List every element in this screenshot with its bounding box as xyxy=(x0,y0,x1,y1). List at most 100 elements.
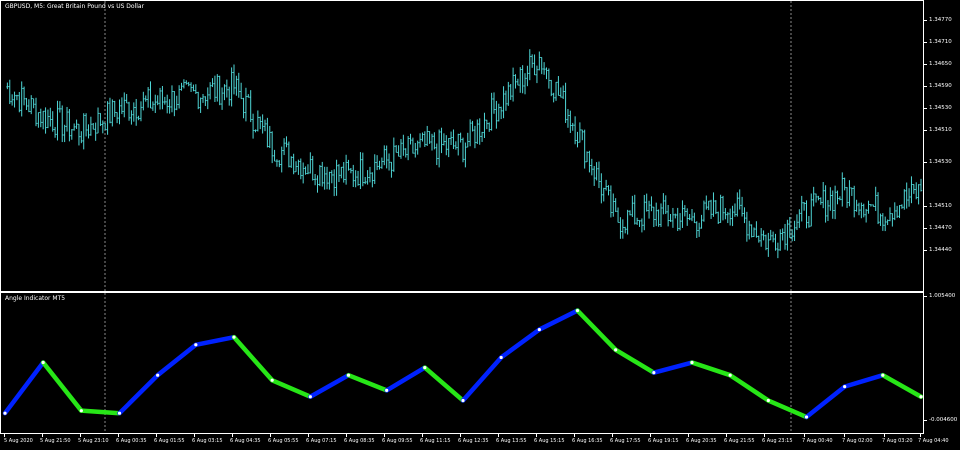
indicator-up-segment xyxy=(537,308,580,332)
time-label: 6 Aug 13:55 xyxy=(496,438,527,444)
time-tick xyxy=(726,434,727,437)
indicator-up-segment xyxy=(384,365,428,393)
price-chart-pane[interactable]: GBPUSD, M5: Great Britain Pound vs US Do… xyxy=(0,0,924,292)
time-tick xyxy=(42,434,43,437)
indicator-down-segment xyxy=(40,360,84,413)
price-label: 1.34710 xyxy=(929,39,952,45)
indicator-up-segment xyxy=(804,384,847,420)
indicator-point xyxy=(804,415,809,419)
time-label: 7 Aug 03:20 xyxy=(882,438,913,444)
time-label: 7 Aug 04:40 xyxy=(918,438,949,444)
time-tick xyxy=(232,434,233,437)
time-tick xyxy=(536,434,537,437)
time-tick xyxy=(804,434,805,437)
time-label: 6 Aug 11:15 xyxy=(420,438,451,444)
indicator-up-segment xyxy=(2,360,46,416)
indicator-up-segment xyxy=(155,342,199,378)
price-label: 1.34530 xyxy=(929,105,952,111)
time-label: 6 Aug 05:55 xyxy=(268,438,299,444)
time-tick xyxy=(4,434,5,437)
time-tick xyxy=(346,434,347,437)
indicator-up-segment xyxy=(498,327,542,360)
price-label: 1.34510 xyxy=(929,203,952,209)
time-axis[interactable]: 5 Aug 2020 5 Aug 21:50 5 Aug 23:10 6 Aug… xyxy=(0,434,949,450)
time-label: 6 Aug 03:15 xyxy=(192,438,223,444)
price-tick xyxy=(924,64,927,65)
indicator-up-segment xyxy=(842,372,886,389)
indicator-down-segment xyxy=(766,398,809,420)
price-axis[interactable]: 1.34770 1.34710 1.34650 1.34590 1.34530 … xyxy=(924,0,960,292)
indicator-point xyxy=(766,398,770,403)
time-label: 5 Aug 23:10 xyxy=(78,438,109,444)
time-tick xyxy=(884,434,885,437)
indicator-down-segment xyxy=(575,308,618,353)
price-tick xyxy=(924,42,927,43)
indicator-down-segment xyxy=(727,372,771,403)
time-label: 6 Aug 21:55 xyxy=(724,438,755,444)
indicator-tick xyxy=(924,420,927,421)
indicator-down-segment xyxy=(422,365,466,403)
price-chart-canvas[interactable] xyxy=(1,1,923,291)
price-label: 1.34470 xyxy=(929,225,952,231)
time-tick xyxy=(156,434,157,437)
time-label: 6 Aug 09:55 xyxy=(382,438,413,444)
time-label: 6 Aug 15:15 xyxy=(534,438,565,444)
indicator-down-segment xyxy=(346,372,389,393)
indicator-point xyxy=(423,365,427,370)
time-tick xyxy=(498,434,499,437)
time-label: 6 Aug 00:35 xyxy=(116,438,147,444)
time-label: 5 Aug 21:50 xyxy=(40,438,71,444)
indicator-up-segment xyxy=(308,372,351,399)
indicator-point xyxy=(614,348,618,352)
time-tick xyxy=(460,434,461,437)
indicator-point xyxy=(79,409,83,413)
indicator-tick xyxy=(924,296,927,297)
indicator-point xyxy=(41,360,45,365)
indicator-point xyxy=(308,395,312,399)
indicator-point xyxy=(385,388,389,392)
indicator-level-label: 1.005400 xyxy=(929,293,956,299)
time-tick xyxy=(688,434,689,437)
indicator-point xyxy=(156,373,160,377)
indicator-canvas[interactable] xyxy=(1,293,923,433)
time-tick xyxy=(308,434,309,437)
time-label: 7 Aug 00:40 xyxy=(802,438,833,444)
time-tick xyxy=(574,434,575,437)
price-tick xyxy=(924,108,927,109)
price-chart-title: GBPUSD, M5: Great Britain Pound vs US Do… xyxy=(5,3,145,10)
indicator-down-segment xyxy=(880,372,923,399)
indicator-point xyxy=(3,411,7,415)
price-tick xyxy=(924,206,927,207)
indicator-point xyxy=(499,355,503,360)
price-tick xyxy=(924,20,927,21)
price-label: 1.34770 xyxy=(929,17,952,23)
time-tick xyxy=(920,434,921,437)
time-tick xyxy=(422,434,423,437)
time-label: 6 Aug 17:55 xyxy=(610,438,641,444)
time-tick xyxy=(650,434,651,437)
indicator-point xyxy=(690,360,694,365)
time-label: 6 Aug 12:35 xyxy=(458,438,489,444)
time-tick xyxy=(844,434,845,437)
price-tick xyxy=(924,86,927,87)
indicator-axis[interactable]: 1.005400 -0.004600 xyxy=(924,292,960,434)
indicator-down-segment xyxy=(269,378,313,399)
time-label: 5 Aug 2020 xyxy=(4,438,33,444)
price-label: 1.34530 xyxy=(929,159,952,165)
indicator-point xyxy=(194,343,198,347)
price-label: 1.34440 xyxy=(929,247,952,253)
time-label: 6 Aug 07:15 xyxy=(306,438,337,444)
time-label: 6 Aug 04:35 xyxy=(230,438,261,444)
indicator-pane[interactable]: Angle Indicator MT5 xyxy=(0,292,924,434)
indicator-point xyxy=(652,371,656,375)
price-tick xyxy=(924,228,927,229)
indicator-down-segment xyxy=(79,408,122,416)
indicator-point xyxy=(919,395,923,399)
price-label: 1.34510 xyxy=(929,127,952,133)
time-label: 6 Aug 08:35 xyxy=(344,438,375,444)
indicator-point xyxy=(537,327,541,332)
indicator-down-segment xyxy=(689,360,733,378)
indicator-up-segment xyxy=(193,334,237,348)
time-label: 6 Aug 19:15 xyxy=(648,438,679,444)
time-tick xyxy=(118,434,119,437)
